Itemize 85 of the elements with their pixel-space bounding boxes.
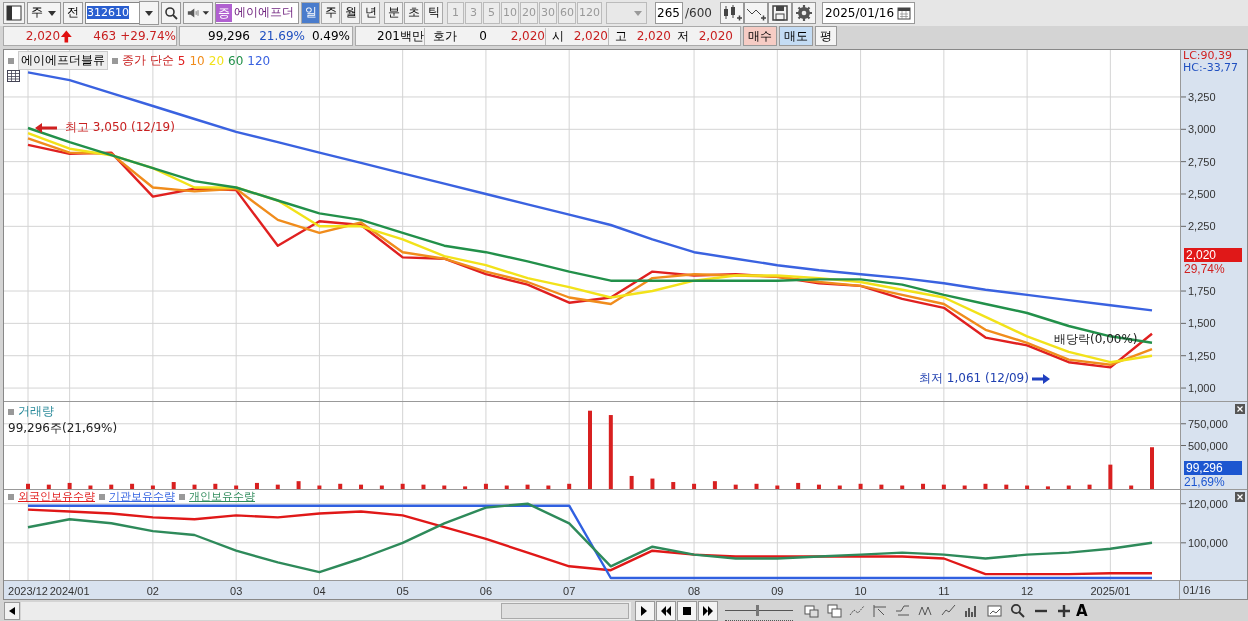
bid-price: 2,020 [509, 29, 545, 44]
count-max: /600 [685, 5, 712, 20]
axis-label: 12 [1021, 585, 1034, 597]
axis-label: 120,000 [1188, 497, 1228, 510]
period-tab[interactable]: 주 [321, 1, 340, 24]
axis-label: 2,250 [1188, 220, 1216, 233]
low-label: 저 [676, 27, 689, 45]
legend-label: 외국인보유수량 [18, 490, 95, 503]
period-tab[interactable]: 일 [301, 1, 320, 24]
period-tab[interactable]: 초 [404, 1, 423, 24]
axis-label: 1,000 [1188, 382, 1216, 395]
axis-label: 08 [687, 585, 701, 597]
axis-label: 2023/12 [8, 585, 48, 597]
sell-button[interactable]: 매도 [779, 26, 813, 47]
mode-button[interactable]: 전 [63, 1, 83, 24]
axis-info: LC:90,39 [1183, 50, 1233, 62]
legend-label: 종가 단순 [122, 52, 174, 69]
axis-label: 11 [938, 585, 950, 597]
bid-label: 호가 [424, 27, 457, 45]
axis-label: 2025/01 [1090, 585, 1131, 597]
high-price-label: 최고 3,050 (12/19) [65, 119, 175, 136]
legend-label: 20 [208, 53, 225, 68]
code-field[interactable]: 312610 [85, 1, 140, 24]
high-label: 고 [608, 27, 627, 45]
stock-legend[interactable]: 에이에프더블류 [18, 51, 108, 70]
legend-label: 120 [247, 53, 271, 68]
period-tab[interactable]: 분 [384, 1, 403, 24]
low-price: 2,020 [697, 29, 733, 44]
legend-label: 개인보유수량 [189, 490, 255, 503]
legend-label: 10 [189, 53, 205, 68]
event-label: 배당락(0,00%) [1054, 331, 1138, 348]
axis-label: 07 [563, 585, 576, 597]
axis-label: 05 [396, 585, 409, 597]
axis-label: 100,000 [1188, 536, 1228, 549]
axis-label: 02 [146, 585, 159, 597]
period-tab[interactable]: 년 [361, 1, 380, 24]
count-field[interactable]: 265 [655, 1, 683, 24]
bid-quantity: 0 [478, 29, 487, 44]
average-button[interactable]: 평 [815, 26, 837, 47]
legend-label: 기관보유수량 [109, 490, 175, 503]
axis-label: 750,000 [1188, 417, 1228, 430]
volume-rate: 21.69% [258, 29, 305, 44]
axis-label: 2024/01 [49, 585, 90, 597]
current-price: 2,020 [24, 29, 61, 44]
open-label: 시 [545, 27, 564, 45]
font-button[interactable]: A [1076, 602, 1088, 620]
market-badge: 증 [216, 3, 232, 22]
current-value-marker: 99,296 [1184, 461, 1242, 475]
current-value-marker: 2,020 [1184, 248, 1242, 262]
axis-label: 3,000 [1188, 123, 1216, 136]
volume-info: 99,296주(21,69%) [8, 420, 118, 437]
axis-label: 01/16 [1179, 581, 1247, 599]
axis-label: 2,750 [1188, 155, 1216, 168]
axis-label: 04 [313, 585, 326, 597]
axis-label: 1,500 [1188, 317, 1216, 330]
date-field[interactable]: 2025/01/16 [821, 1, 916, 24]
axis-label: 03 [230, 585, 243, 597]
axis-label: 500,000 [1188, 439, 1228, 452]
legend-label: 60 [228, 53, 244, 68]
price-change: 463 [92, 29, 117, 44]
legend-label: 5 [177, 53, 186, 68]
axis-label: 2,500 [1188, 188, 1216, 200]
stock-name: 에이에프더 [234, 4, 294, 22]
change-label: 21,69% [1184, 475, 1225, 489]
stock-name-field[interactable]: 증 에이에프더 [215, 1, 299, 24]
period-tab[interactable]: 틱 [424, 1, 443, 24]
axis-info: HC:-33,77 [1183, 62, 1239, 74]
open-price: 2,020 [572, 29, 608, 44]
market-dropdown[interactable]: 주 [27, 1, 61, 24]
low-price-label: 최저 1,061 (12/09) [919, 370, 1029, 387]
period-tab[interactable]: 월 [341, 1, 360, 24]
change-rate: +29.74% [120, 29, 176, 44]
axis-label: 1,250 [1188, 349, 1216, 362]
turnover-rate: 0.49% [310, 29, 350, 44]
change-label: 29,74% [1184, 262, 1225, 276]
axis-label: 06 [479, 585, 493, 597]
axis-label: 3,250 [1188, 90, 1216, 103]
axis-label: 09 [771, 585, 784, 597]
buy-button[interactable]: 매수 [743, 26, 777, 47]
high-price: 2,020 [635, 29, 671, 44]
axis-label: 10 [854, 585, 867, 597]
legend-label: 거래량 [18, 403, 54, 420]
axis-label: 1,750 [1188, 285, 1216, 298]
trade-amount: 201백만 [376, 27, 424, 45]
volume: 99,296 [207, 29, 250, 44]
